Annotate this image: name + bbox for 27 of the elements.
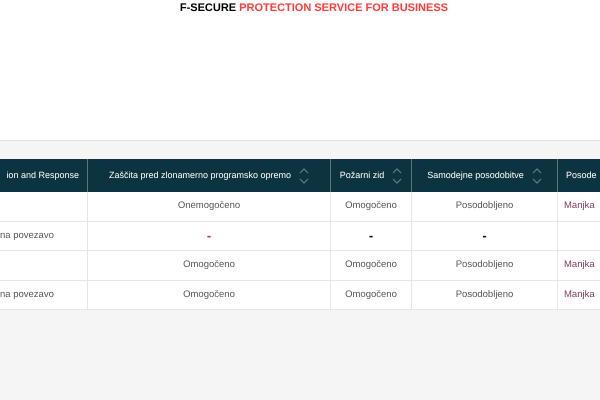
table-cell: Manjka <box>557 192 600 222</box>
table-cell: Posodobljeno <box>411 192 557 222</box>
table-cell <box>557 222 600 251</box>
table-cell: Omogočeno <box>330 192 411 222</box>
table-cell: - <box>87 222 330 251</box>
table-cell: - <box>330 222 411 251</box>
table-cell: Omogočeno <box>330 280 411 310</box>
sort-icon[interactable] <box>532 166 542 184</box>
sort-icon[interactable] <box>392 166 402 184</box>
table-cell: Omogočeno <box>87 280 330 310</box>
brand-title: F-SECURE PROTECTION SERVICE FOR BUSINESS <box>180 1 448 16</box>
column-header[interactable]: Posode <box>557 159 600 192</box>
table-cell: Manjka <box>557 251 600 280</box>
table-cell: Posodobljeno <box>411 251 557 280</box>
table-cell: Posodobljeno <box>411 280 557 310</box>
table-cell: - <box>411 222 557 251</box>
column-header[interactable]: ion and Response <box>0 159 87 192</box>
table-cell: Manjka <box>557 280 600 310</box>
column-header[interactable]: Samodejne posodobitve <box>411 159 557 192</box>
sort-icon[interactable] <box>299 166 310 184</box>
table-cell: Omogočeno <box>87 251 330 280</box>
table-cell: na povezavo <box>0 280 87 310</box>
column-header[interactable]: Zaščita pred zlonamerno programsko opremo <box>87 159 330 192</box>
table-cell: Onemogočeno <box>87 192 330 222</box>
column-header[interactable]: Požarni zid <box>330 159 411 192</box>
table-cell: Omogočeno <box>330 251 411 280</box>
table-cell: na povezavo <box>0 222 87 251</box>
